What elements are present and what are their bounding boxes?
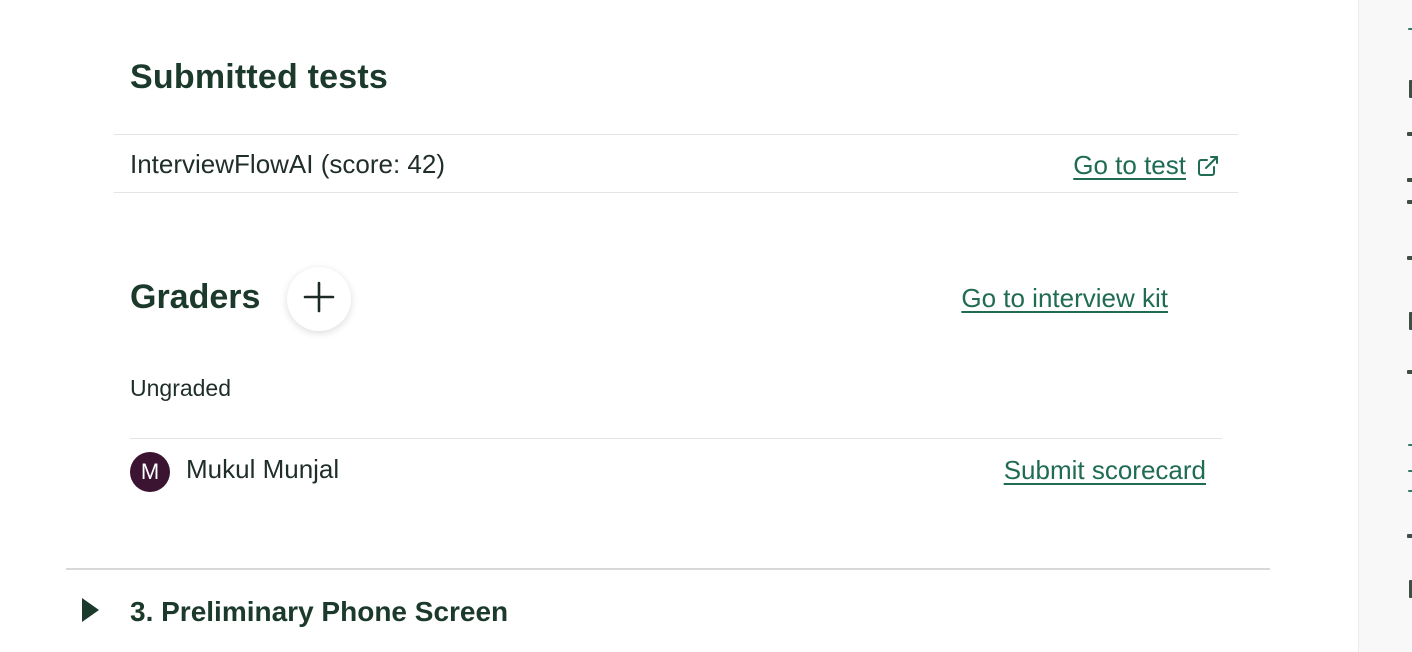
main-content: Submitted tests InterviewFlowAI (score: … [0, 0, 1358, 652]
test-name: InterviewFlowAI (score: 42) [130, 149, 445, 179]
submit-scorecard-link[interactable]: Submit scorecard [1004, 455, 1206, 486]
sidebar-fragment [1407, 534, 1412, 538]
add-grader-button[interactable] [287, 267, 351, 331]
sidebar-fragment [1408, 28, 1412, 30]
stage-preliminary-phone-screen[interactable]: 3. Preliminary Phone Screen [66, 590, 1270, 640]
go-to-test-link[interactable]: Go to test [1073, 150, 1220, 181]
graders-heading: Graders [130, 278, 261, 316]
right-sidebar [1358, 0, 1412, 652]
sidebar-fragment [1408, 490, 1412, 492]
stage-title: 3. Preliminary Phone Screen [130, 596, 509, 627]
sidebar-fragment [1407, 132, 1412, 136]
sidebar-fragment [1407, 178, 1412, 182]
grader-row: M Mukul Munjal Submit scorecard [130, 438, 1222, 503]
submitted-tests-heading: Submitted tests [130, 58, 389, 96]
grader-name: Mukul Munjal [186, 454, 340, 484]
page: Submitted tests InterviewFlowAI (score: … [0, 0, 1412, 652]
sidebar-fragment [1408, 470, 1412, 472]
plus-icon [302, 280, 336, 319]
avatar: M [130, 452, 170, 492]
caret-right-icon[interactable] [82, 598, 99, 622]
sidebar-fragment [1407, 200, 1412, 204]
go-to-test-label: Go to test [1073, 150, 1186, 180]
sidebar-fragment [1407, 256, 1412, 260]
sidebar-fragment [1407, 370, 1412, 374]
test-row: InterviewFlowAI (score: 42) Go to test [114, 134, 1238, 193]
external-link-icon [1196, 154, 1220, 178]
section-divider [66, 568, 1270, 570]
sidebar-fragment [1408, 444, 1412, 446]
ungraded-label: Ungraded [130, 375, 232, 401]
go-to-interview-kit-link[interactable]: Go to interview kit [961, 283, 1168, 314]
